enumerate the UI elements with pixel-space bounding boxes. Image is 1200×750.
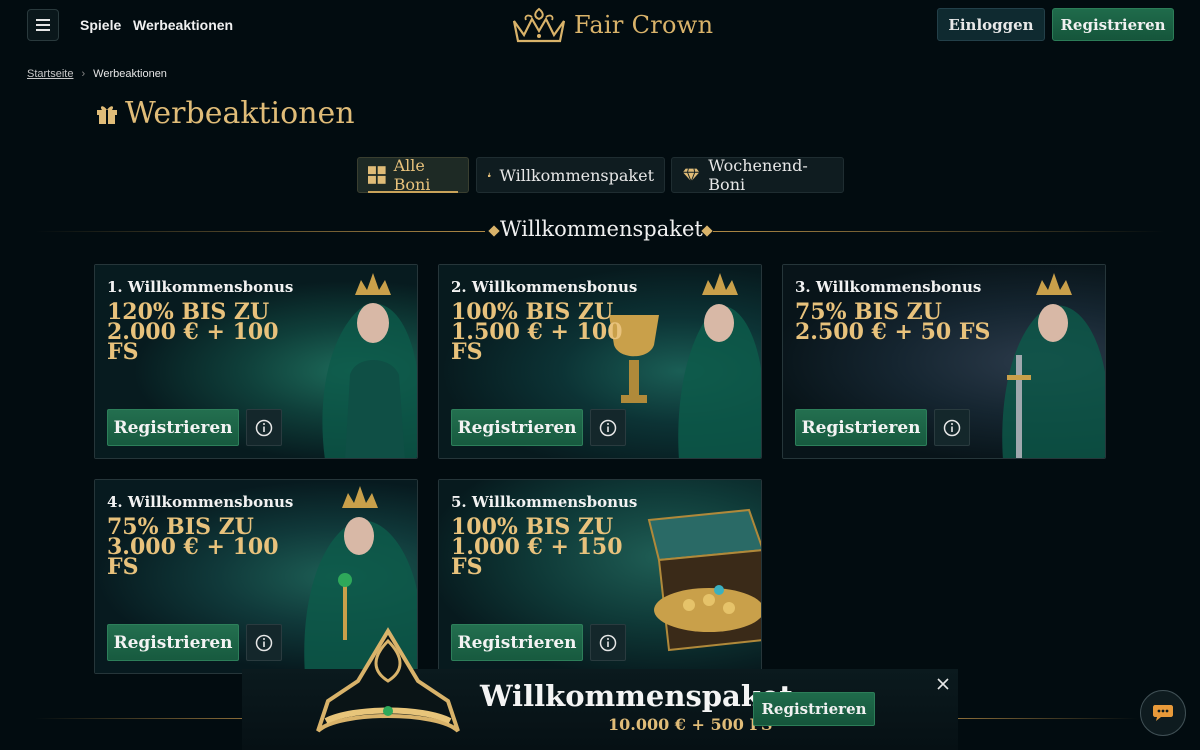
card-label: 5. Willkommensbonus xyxy=(451,493,638,511)
tab-willkommenspaket[interactable]: Willkommenspaket xyxy=(476,157,665,193)
chat-button[interactable] xyxy=(1140,690,1186,736)
info-button[interactable] xyxy=(590,409,626,446)
crown-logo-icon xyxy=(512,7,566,43)
card-offer: 100% BIS ZU 1.000 € + 150 FS xyxy=(451,514,623,580)
elf-queen-illustration xyxy=(322,273,417,458)
close-banner-button[interactable] xyxy=(932,673,954,695)
card-label: 1. Willkommensbonus xyxy=(107,278,294,296)
info-icon xyxy=(255,419,273,436)
banner-register-button[interactable]: Registrieren xyxy=(753,692,875,726)
info-button[interactable] xyxy=(246,409,282,446)
card-register-button[interactable]: Registrieren xyxy=(451,624,583,661)
login-button[interactable]: Einloggen xyxy=(937,8,1045,41)
info-icon xyxy=(599,634,617,651)
tab-label: Willkommenspaket xyxy=(499,165,654,185)
divider-line xyxy=(958,718,1138,719)
info-icon xyxy=(599,419,617,436)
bonus-card-3: 3. Willkommensbonus 75% BIS ZU 2.500 € +… xyxy=(782,264,1106,459)
logo[interactable]: Fair Crown xyxy=(510,5,713,45)
banner-subtitle: 10.000 € + 500 FS xyxy=(608,715,773,734)
chat-icon xyxy=(1153,705,1173,721)
divider-line xyxy=(35,718,245,719)
header: Spiele Werbeaktionen Fair Crown Einlogge… xyxy=(0,0,1200,50)
nav-werbeaktionen[interactable]: Werbeaktionen xyxy=(133,17,233,33)
hand-icon xyxy=(487,172,491,177)
divider-line xyxy=(713,231,1165,232)
info-button[interactable] xyxy=(934,409,970,446)
info-icon xyxy=(943,419,961,436)
register-button[interactable]: Registrieren xyxy=(1052,8,1174,41)
card-offer: 75% BIS ZU 2.500 € + 50 FS xyxy=(795,299,991,345)
card-label: 2. Willkommensbonus xyxy=(451,278,638,296)
info-icon xyxy=(255,634,273,651)
bonus-card-2: 2. Willkommensbonus 100% BIS ZU 1.500 € … xyxy=(438,264,762,459)
menu-icon xyxy=(36,19,50,21)
grid-icon xyxy=(368,166,386,184)
tab-label: Alle Boni xyxy=(393,156,431,194)
sword-elf-illustration xyxy=(1002,273,1105,458)
breadcrumb-current: Werbeaktionen xyxy=(93,68,167,80)
card-offer: 100% BIS ZU 1.500 € + 100 FS xyxy=(451,299,623,365)
card-offer: 75% BIS ZU 3.000 € + 100 FS xyxy=(107,514,279,580)
close-icon xyxy=(937,678,949,690)
page-title-text: Werbeaktionen xyxy=(125,96,355,131)
bonus-card-5: 5. Willkommensbonus 100% BIS ZU 1.000 € … xyxy=(438,479,762,674)
tab-wochenend-boni[interactable]: Wochenend-Boni xyxy=(671,156,844,194)
nav-spiele[interactable]: Spiele xyxy=(80,17,121,33)
crown-icon xyxy=(316,627,460,733)
card-register-button[interactable]: Registrieren xyxy=(795,409,927,446)
logo-text: Fair Crown xyxy=(574,11,714,39)
breadcrumb-home[interactable]: Startseite xyxy=(27,68,73,80)
chevron-right-icon: › xyxy=(81,68,86,80)
hamburger-menu-button[interactable] xyxy=(27,9,59,41)
info-button[interactable] xyxy=(590,624,626,661)
section-heading: Willkommenspaket xyxy=(35,215,1165,247)
gift-icon xyxy=(97,105,117,124)
card-register-button[interactable]: Registrieren xyxy=(107,409,239,446)
tab-label: Wochenend-Boni xyxy=(708,156,808,194)
diamond-ornament-icon xyxy=(701,225,713,237)
page-title: Werbeaktionen xyxy=(95,96,355,131)
card-label: 3. Willkommensbonus xyxy=(795,278,982,296)
welcome-package-banner: Willkommenspaket 10.000 € + 500 FS Regis… xyxy=(242,627,958,750)
divider-line xyxy=(35,231,485,232)
card-offer: 120% BIS ZU 2.000 € + 100 FS xyxy=(107,299,279,365)
diamond-ornament-icon xyxy=(488,225,500,237)
diamond-icon xyxy=(682,168,700,182)
card-register-button[interactable]: Registrieren xyxy=(451,409,583,446)
tab-alle-boni[interactable]: Alle Boni xyxy=(357,156,469,194)
section-title: Willkommenspaket xyxy=(500,217,703,241)
card-register-button[interactable]: Registrieren xyxy=(107,624,239,661)
bonus-card-1: 1. Willkommensbonus 120% BIS ZU 2.000 € … xyxy=(94,264,418,459)
breadcrumb: Startseite › Werbeaktionen xyxy=(27,68,167,80)
card-label: 4. Willkommensbonus xyxy=(107,493,294,511)
banner-title: Willkommenspaket xyxy=(480,679,793,713)
info-button[interactable] xyxy=(246,624,282,661)
